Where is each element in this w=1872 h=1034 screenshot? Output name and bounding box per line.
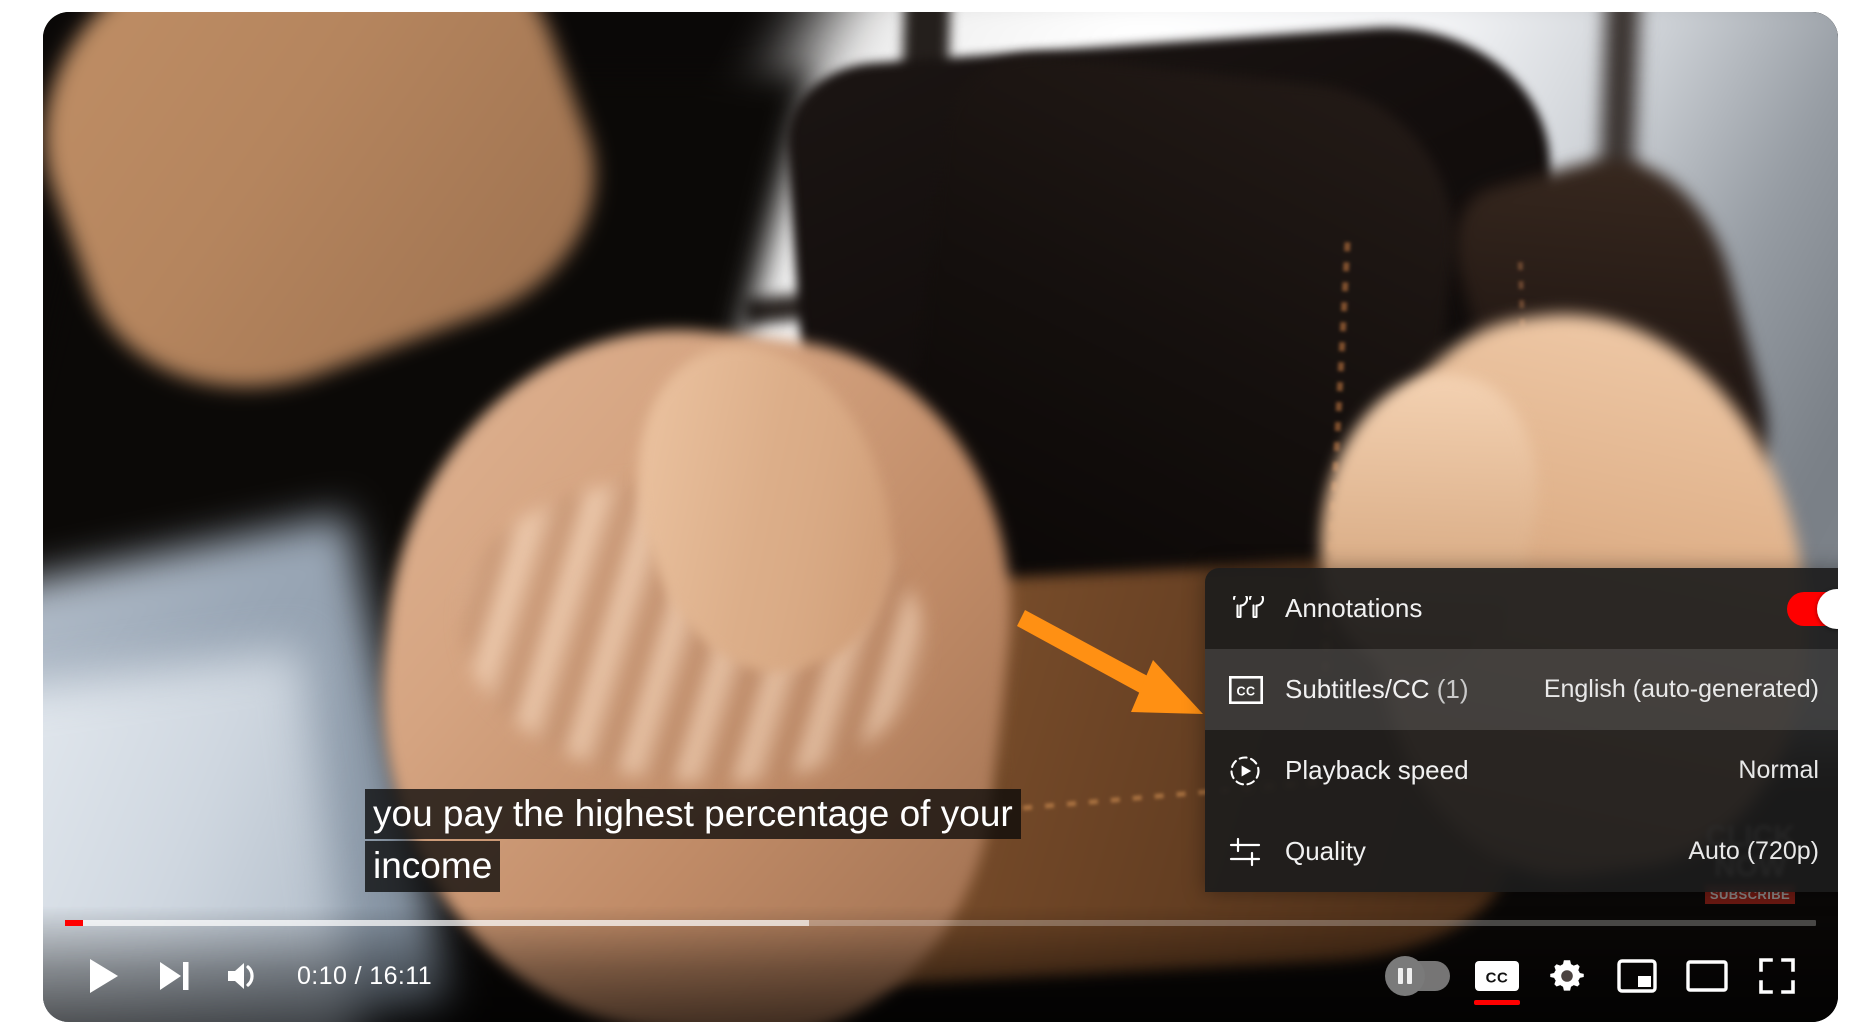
- menu-item-quality[interactable]: Quality Auto (720p): [1205, 811, 1838, 892]
- progress-bar[interactable]: [65, 920, 1816, 926]
- menu-label-playback-speed: Playback speed: [1285, 755, 1469, 785]
- subtitles-cc-button[interactable]: CC: [1462, 941, 1532, 1011]
- settings-gear-button[interactable]: [1532, 941, 1602, 1011]
- youtube-video-player[interactable]: CLICK NOW SUBSCRIBE you pay the highest …: [43, 12, 1838, 1022]
- volume-button[interactable]: [209, 941, 279, 1011]
- menu-value-subtitles-cc: English (auto-generated): [1543, 675, 1819, 703]
- annotations-toggle[interactable]: [1787, 588, 1838, 629]
- menu-label-subtitles-text: Subtitles/CC: [1285, 674, 1430, 704]
- quality-sliders-icon: [1229, 837, 1275, 867]
- controls-right-group: CC: [1376, 941, 1812, 1011]
- autoplay-toggle-knob: [1385, 956, 1425, 996]
- chevron-right-icon: [1835, 677, 1838, 703]
- svg-text:CC: CC: [1486, 970, 1509, 987]
- svg-text:CC: CC: [1236, 684, 1255, 698]
- settings-menu-panel[interactable]: Annotations CC Subtitles/CC (1) English …: [1205, 568, 1838, 892]
- autoplay-toggle-button[interactable]: [1376, 941, 1462, 1011]
- cc-active-underline: [1474, 1000, 1520, 1005]
- annotations-toggle-knob: [1817, 588, 1838, 629]
- time-display: 0:10 / 16:11: [297, 961, 433, 990]
- annotations-icon: [1229, 595, 1275, 622]
- menu-value-quality: Auto (720p): [1688, 837, 1819, 865]
- screenshot-root: CLICK NOW SUBSCRIBE you pay the highest …: [0, 0, 1872, 1034]
- menu-item-subtitles-cc[interactable]: CC Subtitles/CC (1) English (auto-genera…: [1205, 649, 1838, 730]
- progress-buffered: [65, 920, 810, 926]
- menu-value-playback-speed: Normal: [1738, 756, 1819, 784]
- player-control-bar[interactable]: 0:10 / 16:11 CC: [43, 906, 1838, 1022]
- autoplay-toggle[interactable]: [1385, 956, 1450, 996]
- menu-label-annotations: Annotations: [1285, 593, 1423, 623]
- menu-item-playback-speed[interactable]: Playback speed Normal: [1205, 730, 1838, 811]
- pause-icon: [1398, 968, 1412, 984]
- next-video-button[interactable]: [139, 941, 209, 1011]
- playback-speed-icon: [1229, 755, 1275, 787]
- cc-icon: CC: [1229, 675, 1275, 704]
- play-button[interactable]: [69, 941, 139, 1011]
- miniplayer-button[interactable]: [1602, 941, 1672, 1011]
- theater-mode-button[interactable]: [1672, 941, 1742, 1011]
- menu-label-subtitles-cc: Subtitles/CC (1): [1285, 674, 1469, 705]
- progress-played: [65, 920, 84, 926]
- fullscreen-button[interactable]: [1742, 941, 1812, 1011]
- menu-label-quality: Quality: [1285, 836, 1366, 866]
- menu-item-annotations[interactable]: Annotations: [1205, 568, 1838, 649]
- controls-row: 0:10 / 16:11 CC: [43, 930, 1838, 1022]
- chevron-right-icon: [1835, 839, 1838, 865]
- chevron-right-icon: [1835, 758, 1838, 784]
- menu-label-subtitles-count: (1): [1436, 674, 1469, 704]
- controls-left-group: 0:10 / 16:11: [69, 941, 440, 1011]
